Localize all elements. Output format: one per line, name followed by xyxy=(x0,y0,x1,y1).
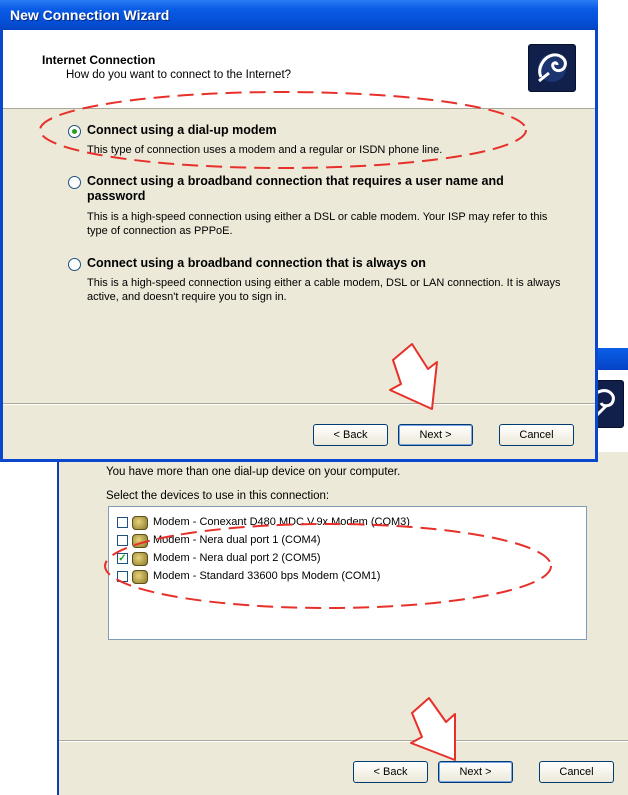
header-subtitle: How do you want to connect to the Intern… xyxy=(66,69,292,81)
modem-icon xyxy=(132,552,148,566)
modem-icon xyxy=(132,516,148,530)
option-description: This type of connection uses a modem and… xyxy=(87,144,443,156)
device-label: Modem - Standard 33600 bps Modem (COM1) xyxy=(153,570,381,582)
cancel-button[interactable]: Cancel xyxy=(539,761,614,783)
header-title: Internet Connection xyxy=(42,53,156,67)
device-checkbox[interactable] xyxy=(117,535,128,546)
radio-broadband-pppoe[interactable] xyxy=(68,176,81,189)
option-description: This is a high-speed connection using ei… xyxy=(87,277,561,303)
option-title[interactable]: Connect using a dial-up modem xyxy=(87,123,277,137)
device-label: Modem - Nera dual port 1 (COM4) xyxy=(153,534,321,546)
device-checkbox[interactable] xyxy=(117,517,128,528)
select-devices-label: Select the devices to use in this connec… xyxy=(106,490,330,502)
option-title[interactable]: Connect using a broadband connection tha… xyxy=(87,174,517,204)
list-item[interactable]: Modem - Nera dual port 1 (COM4) xyxy=(117,532,557,550)
wizard-header: Internet Connection How do you want to c… xyxy=(3,30,595,109)
intro-text: You have more than one dial-up device on… xyxy=(106,466,401,478)
device-label: Modem - Nera dual port 2 (COM5) xyxy=(153,552,321,564)
device-checkbox[interactable] xyxy=(117,571,128,582)
list-item[interactable]: Modem - Conexant D480 MDC V.9x Modem (CO… xyxy=(117,514,557,532)
device-label: Modem - Conexant D480 MDC V.9x Modem (CO… xyxy=(153,516,410,528)
device-list[interactable]: Modem - Conexant D480 MDC V.9x Modem (CO… xyxy=(108,506,587,640)
back-button[interactable]: < Back xyxy=(313,424,388,446)
window-title[interactable]: New Connection Wizard xyxy=(0,0,598,30)
new-connection-wizard-window: New Connection Wizard Internet Connectio… xyxy=(0,0,598,462)
device-checkbox[interactable]: ✓ xyxy=(117,553,128,564)
option-title[interactable]: Connect using a broadband connection tha… xyxy=(87,256,426,270)
next-button[interactable]: Next > xyxy=(438,761,513,783)
option-description: This is a high-speed connection using ei… xyxy=(87,211,548,237)
list-item[interactable]: ✓ Modem - Nera dual port 2 (COM5) xyxy=(117,550,557,568)
list-item[interactable]: Modem - Standard 33600 bps Modem (COM1) xyxy=(117,568,557,586)
next-button[interactable]: Next > xyxy=(398,424,473,446)
modem-icon xyxy=(132,570,148,584)
wizard-connection-icon xyxy=(528,44,576,92)
radio-dialup[interactable] xyxy=(68,125,81,138)
footer-separator xyxy=(59,740,628,742)
cancel-button[interactable]: Cancel xyxy=(499,424,574,446)
modem-icon xyxy=(132,534,148,548)
radio-broadband-always-on[interactable] xyxy=(68,258,81,271)
footer-separator xyxy=(3,403,595,405)
back-button[interactable]: < Back xyxy=(353,761,428,783)
